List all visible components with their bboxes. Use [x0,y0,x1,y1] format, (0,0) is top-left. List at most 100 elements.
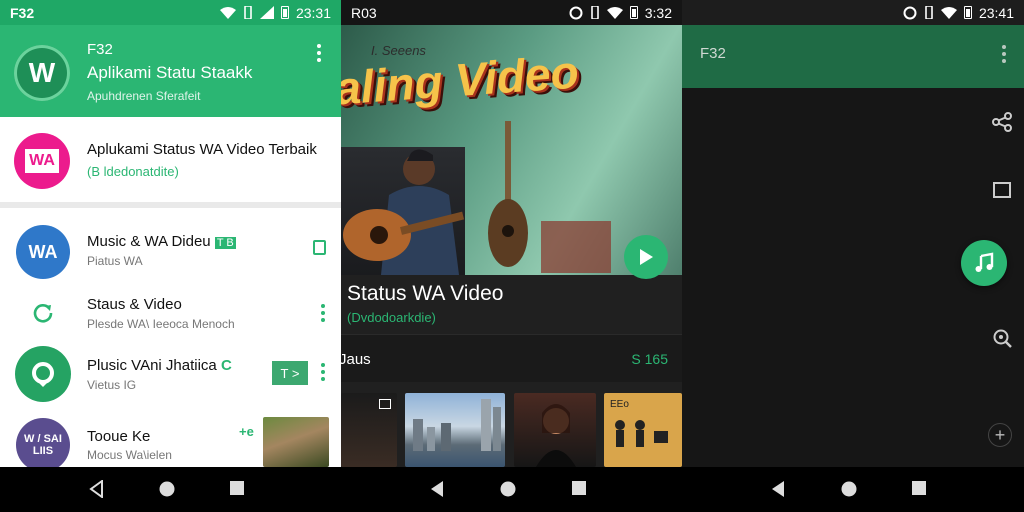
video-thumbnail[interactable] [341,393,397,467]
list-item-subtitle: Plesde WA\ Ieeoca Menoch [87,317,235,331]
player-screen: 23:41 F32 + [682,0,1024,467]
video-title: Status WA Video [347,282,504,305]
guitar-image [488,121,528,267]
overflow-menu-icon[interactable] [1002,45,1006,63]
home-icon[interactable] [840,480,858,498]
alarm-icon [903,6,917,19]
refresh-icon [33,304,53,323]
overflow-menu-icon[interactable] [317,44,321,62]
featured-card[interactable]: WA Aplukami Status WA Video Terbaik (B l… [0,119,341,208]
add-icon[interactable]: + [988,423,1012,447]
video-thumbnail[interactable]: EEo [604,393,682,467]
battery-icon [280,6,289,19]
avatar: WA [16,225,70,279]
app-logo: W [14,45,70,101]
clock: 23:31 [295,4,331,21]
status-bar: 23:41 [682,0,1024,25]
app-header: W F32 Aplikami Statu Staakk Apuhdrenen S… [0,25,341,117]
back-icon[interactable] [429,480,445,498]
toolbar: F32 [682,25,1024,88]
status-badge: C [220,357,232,374]
home-icon[interactable] [499,480,517,498]
thumbnail-label: EEo [610,399,629,410]
action-button[interactable]: T > [272,361,308,385]
list-item-title-text: Plusic VAni Jhatiica [87,357,217,374]
wifi-icon [219,6,236,19]
list-item-title: Plusic VAni Jhatiica C [87,357,232,374]
download-icon[interactable] [313,240,326,255]
toolbar-title: F32 [700,45,726,62]
list-item[interactable]: Staus & Video Plesde WA\ Ieeoca Menoch [0,282,341,344]
status-bar: F32 23:31 [0,0,341,25]
fullscreen-icon[interactable] [990,178,1014,202]
featured-subtitle: (B ldedonatdite) [87,164,179,179]
back-icon[interactable] [89,480,105,498]
list-item-title: Staus & Video [87,296,182,313]
signal-icon [259,6,274,19]
app-logo-text: W [28,57,56,88]
wifi-icon [940,6,957,19]
wifi-icon [606,6,623,19]
clock: 23:41 [978,4,1014,21]
video-hero[interactable]: I. Seeens aling Video [341,25,682,279]
avatar-text: W / SAILIIS [24,432,62,457]
app-name: F32 [87,41,113,58]
list-item[interactable]: Plusic VAni Jhatiica C Vietus IG T > [0,344,341,406]
carrier-label: F32 [10,4,35,21]
music-fab[interactable] [961,240,1007,286]
section-count[interactable]: S 165 [631,351,668,367]
search-icon[interactable] [990,326,1014,350]
play-button[interactable] [624,235,668,279]
alarm-icon [569,6,583,19]
background-object [541,221,611,273]
navigation-bar [0,467,1024,512]
performer-photo [341,147,465,275]
item-tag: +e [239,424,254,439]
search-icon [32,362,54,387]
section-title: Jaus [341,351,371,368]
vibrate-icon [244,6,252,19]
item-thumbnail[interactable] [263,417,329,467]
list-item[interactable]: WA Music & WA Dideu T B Piatus WA [0,220,341,282]
share-icon[interactable] [990,110,1014,134]
video-detail-screen: R03 3:32 I. Seeens aling Video Status WA… [341,0,682,467]
avatar [15,346,71,402]
status-badge: T B [214,237,236,249]
avatar-text: WA [28,241,58,262]
phone-screens: F32 23:31 W F32 Aplikami Statu Staakk Ap… [0,0,1024,467]
item-menu-icon[interactable] [321,363,325,381]
carrier-label: R03 [351,4,377,21]
list-item-subtitle: Piatus WA [87,254,143,268]
video-thumbnail[interactable] [514,393,596,467]
city-skyline-image [413,399,501,451]
featured-logo: WA [14,133,70,189]
music-note-icon [975,252,994,272]
video-thumbnail[interactable] [405,393,505,467]
item-menu-icon[interactable] [321,304,325,322]
featured-title: Aplukami Status WA Video Terbaik [87,141,317,158]
recents-icon[interactable] [911,480,927,496]
section-header: Jaus S 165 [341,334,682,382]
battery-icon [629,6,638,19]
list-item-title: Music & WA Dideu T B [87,233,236,250]
list-item-subtitle: Vietus IG [87,378,137,392]
play-icon [640,249,653,265]
list-item-title-text: Music & WA Dideu [87,233,211,250]
clock: 3:32 [644,4,672,21]
status-bar: R03 3:32 [341,0,682,25]
app-subtitle: Apuhdrenen Sferafeit [87,89,201,103]
list-item-subtitle: Mocus Wa\ielen [87,448,172,462]
back-icon[interactable] [770,480,786,498]
guitarist-image [343,149,465,275]
gallery-icon [379,399,391,409]
silhouettes-image [615,420,668,447]
avatar: W / SAILIIS [16,418,70,467]
recents-icon[interactable] [571,480,587,496]
battery-icon [963,6,972,19]
list-item[interactable]: W / SAILIIS Tooue Ke Mocus Wa\ielen +e [0,410,341,467]
vibrate-icon [590,6,599,19]
home-icon[interactable] [158,480,176,498]
vibrate-icon [925,6,933,19]
featured-logo-text: WA [23,147,61,175]
recents-icon[interactable] [229,480,245,496]
